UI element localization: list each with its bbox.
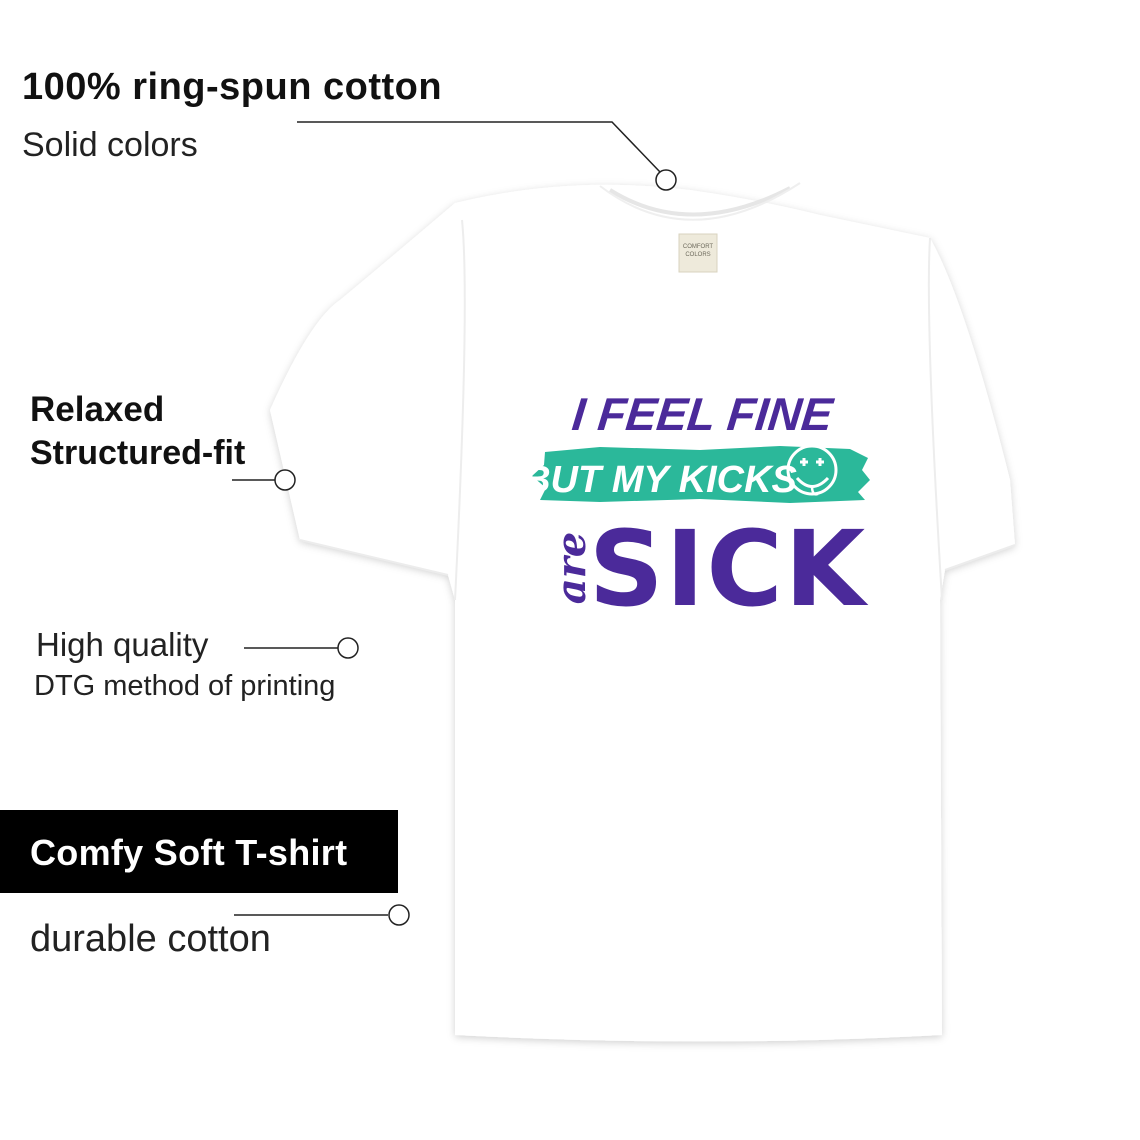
tag-line-2: COLORS bbox=[685, 252, 710, 258]
fit-title: Relaxed bbox=[30, 390, 165, 429]
print-subtitle: DTG method of printing bbox=[34, 670, 336, 702]
cotton-title: 100% ring-spun cotton bbox=[22, 66, 443, 108]
comfy-badge: Comfy Soft T-shirt bbox=[0, 810, 398, 893]
print-line-1: I FEEL FINE bbox=[570, 388, 836, 440]
print-title: High quality bbox=[36, 626, 209, 663]
tag-line-1: COMFORT bbox=[683, 244, 714, 250]
print-line-2: BUT MY KICKS bbox=[523, 459, 797, 501]
comfy-badge-label: Comfy Soft T-shirt bbox=[30, 832, 348, 873]
print-line-3: SICK bbox=[589, 508, 869, 630]
fit-subtitle: Structured-fit bbox=[30, 434, 246, 472]
tshirt-illustration: COMFORT COLORS I FEEL FINE BUT MY KICKS … bbox=[232, 121, 1016, 1042]
durable-cotton-label: durable cotton bbox=[30, 918, 271, 960]
cotton-subtitle: Solid colors bbox=[22, 126, 198, 164]
